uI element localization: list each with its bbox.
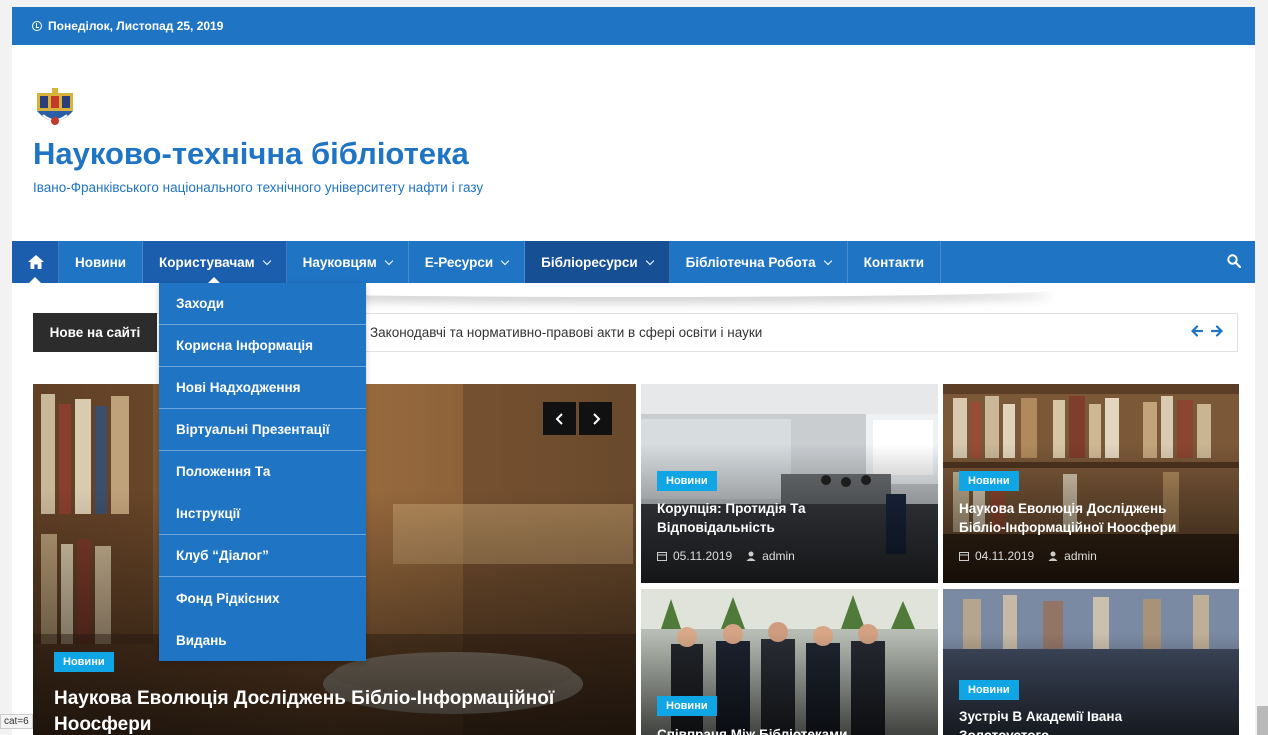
nav-item-label: Новини [75, 254, 127, 270]
nav-item-library-resources[interactable]: Бібліоресурси [525, 241, 670, 283]
category-badge[interactable]: Новини [959, 680, 1019, 700]
tile-date[interactable]: 04.11.2019 [975, 549, 1034, 563]
tile-author[interactable]: admin [1064, 549, 1097, 563]
tile-title[interactable]: Корупція: Протидія Та Відповідальність [657, 499, 927, 537]
nav-item-users[interactable]: Користувачам [143, 241, 287, 283]
tile-title[interactable]: Зустріч В Академії Івана Золотоустого [959, 707, 1231, 735]
nav-item-news[interactable]: Новини [59, 241, 144, 283]
slider-next-button[interactable] [579, 402, 612, 435]
tile-title-line: Золотоустого [959, 726, 1231, 735]
nav-item-label: Бібліоресурси [541, 254, 638, 270]
university-crest-icon [37, 88, 73, 125]
dropdown-item-virtual-presentations[interactable]: Віртуальні Презентації [159, 409, 366, 451]
top-date-bar: Понеділок, Листопад 25, 2019 [12, 7, 1255, 45]
main-navigation: Новини Користувачам Науковцям Е-Ресурси … [12, 241, 1255, 283]
users-dropdown-menu: Заходи Корисна Інформація Нові Надходжен… [159, 283, 366, 661]
search-icon[interactable] [1227, 254, 1241, 268]
dropdown-item-label: Положення Та [176, 464, 271, 480]
chevron-down-icon [823, 256, 832, 265]
category-badge[interactable]: Новини [54, 652, 114, 672]
current-date: Понеділок, Листопад 25, 2019 [48, 19, 224, 33]
dropdown-item-dialog-club[interactable]: Клуб “Діалог” [159, 535, 366, 577]
dropdown-item-useful-info[interactable]: Корисна Інформація [159, 325, 366, 367]
nav-item-label: Користувачам [159, 254, 255, 270]
ticker-label: Нове на сайті [33, 312, 157, 352]
tile-title-line: Відповідальність [657, 520, 775, 535]
chevron-left-icon [555, 412, 563, 425]
arrow-left-icon[interactable] [1191, 325, 1203, 337]
ticker-headline[interactable]: Законодавчі та нормативно-правові акти в… [370, 325, 762, 340]
chevron-down-icon [500, 256, 510, 265]
tile-title-line: Бібліо-Інформаційної Ноосфери [959, 520, 1177, 535]
slider-prev-button[interactable] [543, 402, 576, 435]
tile-title[interactable]: Співпраця Між Бібліотеками [657, 725, 929, 735]
dropdown-item-events[interactable]: Заходи [159, 283, 366, 325]
site-logo[interactable] [33, 87, 77, 136]
featured-title-line: Наукова Еволюція Досліджень Бібліо-Інфор… [54, 688, 555, 709]
tile-title-line: Зустріч В Академії Івана [959, 709, 1123, 724]
tile-title[interactable]: Наукова Еволюція Досліджень Бібліо-Інфор… [959, 499, 1231, 537]
dropdown-item-label: Клуб “Діалог” [176, 548, 269, 563]
category-badge[interactable]: Новини [959, 471, 1019, 491]
chevron-down-icon [384, 256, 393, 265]
nav-home[interactable] [12, 241, 59, 283]
user-icon [1048, 551, 1058, 561]
news-tile[interactable]: Новини Співпраця Між Бібліотеками [641, 589, 938, 735]
dropdown-item-regulations[interactable]: Положення Та Інструкції [159, 451, 366, 535]
dropdown-item-rare-editions[interactable]: Фонд Рідкісних Видань [159, 577, 366, 661]
chevron-down-icon [645, 256, 654, 265]
clock-icon [32, 21, 42, 31]
nav-item-researchers[interactable]: Науковцям [287, 241, 409, 283]
site-title[interactable]: Науково-технічна бібліотека [33, 136, 469, 172]
dropdown-item-new-arrivals[interactable]: Нові Надходження [159, 367, 366, 409]
page: Понеділок, Листопад 25, 2019 Науково-тех… [12, 7, 1255, 735]
category-badge[interactable]: Новини [657, 696, 717, 716]
arrow-right-icon[interactable] [1211, 325, 1223, 337]
nav-item-label: Контакти [863, 254, 925, 270]
category-badge[interactable]: Новини [657, 471, 717, 491]
status-url-tooltip: cat=6 [0, 714, 33, 729]
news-tile[interactable]: Новини Наукова Еволюція Досліджень Біблі… [943, 384, 1239, 583]
chevron-down-icon [262, 256, 271, 265]
nav-item-label: Е-Ресурси [424, 254, 494, 270]
news-tile[interactable]: Новини Корупція: Протидія Та Відповідаль… [641, 384, 938, 583]
calendar-icon [657, 552, 667, 561]
dropdown-item-label: Видань [176, 632, 227, 648]
tile-date[interactable]: 05.11.2019 [673, 549, 732, 563]
nav-item-label: Бібліотечна Робота [685, 254, 816, 270]
ticker-controls [1191, 325, 1223, 337]
tile-author[interactable]: admin [762, 549, 795, 563]
dropdown-item-label: Нові Надходження [176, 380, 301, 395]
featured-title-line: Ноосфери [54, 714, 152, 735]
nav-item-contacts[interactable]: Контакти [848, 241, 942, 283]
tile-title-line: Співпраця Між Бібліотеками [657, 727, 848, 735]
nav-item-e-resources[interactable]: Е-Ресурси [409, 241, 526, 283]
tile-meta: 04.11.2019 admin [959, 549, 1097, 563]
user-icon [746, 551, 756, 561]
dropdown-item-label: Віртуальні Презентації [176, 422, 330, 437]
dropdown-item-label: Корисна Інформація [176, 338, 314, 353]
featured-title[interactable]: Наукова Еволюція Досліджень Бібліо-Інфор… [54, 686, 624, 735]
dropdown-item-label: Заходи [176, 296, 225, 311]
dropdown-item-label: Фонд Рідкісних [176, 590, 280, 606]
home-icon [28, 255, 44, 269]
scrollbar-thumb[interactable] [1257, 706, 1268, 735]
calendar-icon [959, 552, 969, 561]
nav-item-label: Науковцям [302, 254, 377, 270]
tile-title-line: Наукова Еволюція Досліджень [959, 501, 1167, 516]
news-tile[interactable]: Новини Зустріч В Академії Івана Золотоус… [943, 589, 1239, 735]
nav-item-library-work[interactable]: Бібліотечна Робота [670, 241, 848, 283]
chevron-right-icon [592, 412, 600, 425]
dropdown-item-label: Інструкції [176, 505, 241, 521]
tile-meta: 05.11.2019 admin [657, 549, 795, 563]
tile-title-line: Корупція: Протидія Та [657, 501, 806, 516]
site-subtitle: Івано-Франківського національного техніч… [33, 180, 484, 195]
